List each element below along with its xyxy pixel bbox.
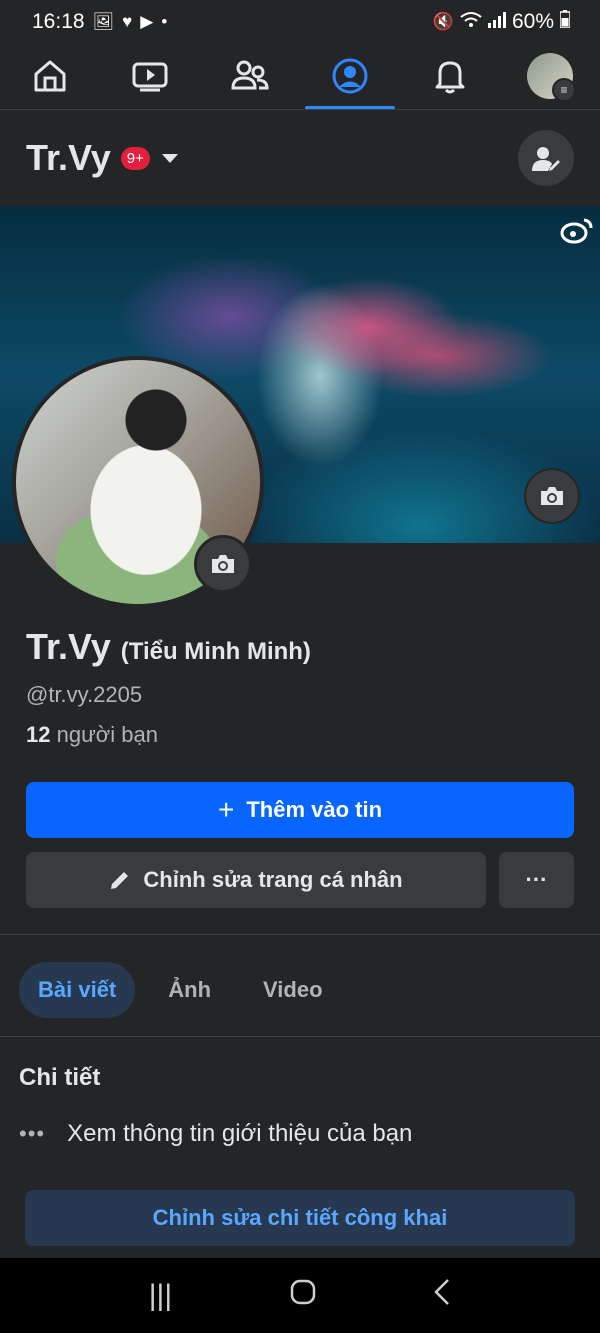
- edit-profile-label: Chỉnh sửa trang cá nhân: [143, 867, 403, 892]
- home-button-icon[interactable]: [290, 1279, 316, 1313]
- nav-profile[interactable]: [300, 44, 400, 110]
- youtube-icon: ▶: [140, 12, 154, 31]
- pencil-icon: [111, 872, 129, 889]
- recent-apps-icon[interactable]: |||: [149, 1279, 172, 1313]
- weibo-watermark-icon: [560, 216, 594, 244]
- camera-icon: [212, 555, 234, 573]
- details-heading: Chi tiết: [19, 1064, 101, 1091]
- more-icon: ···: [525, 867, 548, 892]
- profile-name-primary: Tr.Vy: [26, 626, 111, 667]
- top-navigation: ≡: [0, 44, 600, 110]
- wifi-icon: [460, 11, 482, 34]
- nav-home[interactable]: [0, 44, 100, 108]
- tabs-divider: [0, 1036, 600, 1037]
- nav-notifications[interactable]: [400, 44, 500, 108]
- profile-name: Tr.Vy (Tiểu Minh Minh): [26, 626, 311, 668]
- avatar-camera-button[interactable]: [194, 535, 252, 593]
- profile-alt-name: (Tiểu Minh Minh): [120, 638, 311, 665]
- system-nav-bar: |||: [0, 1258, 600, 1333]
- add-to-story-button[interactable]: + Thêm vào tin: [26, 782, 574, 838]
- notification-badge: 9+: [120, 146, 150, 170]
- profile-header: Tr.Vy 9+: [0, 110, 600, 206]
- dot-icon: •: [161, 12, 168, 31]
- tab-posts[interactable]: Bài viết: [19, 962, 136, 1018]
- battery-icon: [559, 10, 571, 34]
- ellipsis-icon: •••: [19, 1121, 46, 1146]
- status-bar: 16:18 🖼 ♥ ▶ • 🔇 60%: [0, 0, 600, 44]
- profile-username: @tr.vy.2205: [26, 682, 143, 707]
- header-name[interactable]: Tr.Vy: [26, 137, 111, 179]
- person-edit-icon: [532, 147, 560, 171]
- chevron-down-icon[interactable]: [161, 153, 178, 163]
- intro-row[interactable]: ••• Xem thông tin giới thiệu của bạn: [19, 1120, 412, 1148]
- edit-profile-button[interactable]: Chỉnh sửa trang cá nhân: [26, 852, 486, 908]
- intro-text: Xem thông tin giới thiệu của bạn: [67, 1120, 413, 1147]
- friends-icon: [231, 60, 269, 90]
- video-icon: [132, 62, 168, 92]
- home-icon: [34, 60, 66, 92]
- section-divider: [0, 934, 600, 935]
- profile-tabs: Bài viết Ảnh Video: [19, 962, 342, 1018]
- edit-profile-switch-button[interactable]: [518, 130, 574, 186]
- signal-icon: [487, 11, 506, 33]
- clock: 16:18: [32, 10, 85, 33]
- heart-icon: ♥: [122, 12, 133, 31]
- nav-friends[interactable]: [200, 44, 300, 108]
- profile-icon: [332, 58, 368, 94]
- friends-count[interactable]: 12 người bạn: [26, 722, 158, 748]
- tab-photos[interactable]: Ảnh: [149, 962, 230, 1018]
- more-options-button[interactable]: ···: [499, 852, 574, 908]
- menu-icon: ≡: [552, 78, 576, 102]
- friends-count-label: người bạn: [56, 722, 158, 747]
- tab-videos[interactable]: Video: [244, 962, 342, 1018]
- camera-icon: [541, 487, 563, 505]
- mute-icon: 🔇: [432, 12, 454, 31]
- bell-icon: [435, 61, 465, 94]
- add-to-story-label: Thêm vào tin: [246, 797, 383, 822]
- image-icon: 🖼: [92, 12, 115, 31]
- nav-menu[interactable]: ≡: [500, 44, 600, 108]
- edit-public-details-button[interactable]: Chỉnh sửa chi tiết công khai: [25, 1190, 575, 1246]
- plus-icon: +: [217, 794, 235, 825]
- battery-text: 60%: [511, 10, 554, 33]
- nav-video[interactable]: [100, 44, 200, 108]
- back-icon[interactable]: [433, 1278, 451, 1314]
- avatar-menu-icon: ≡: [527, 53, 576, 102]
- cover-camera-button[interactable]: [524, 468, 580, 524]
- friends-count-number: 12: [26, 722, 51, 747]
